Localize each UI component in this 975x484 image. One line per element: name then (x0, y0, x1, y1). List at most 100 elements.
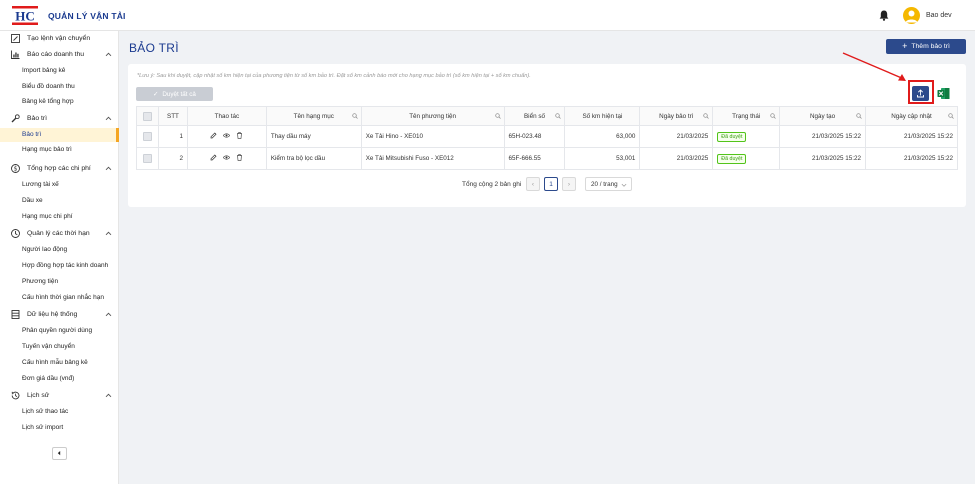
sidebar-item-driver-salary[interactable]: Lương tài xế (0, 178, 119, 192)
dollar-icon: $ (11, 164, 20, 173)
sidebar-item-import-history[interactable]: Lịch sử import (0, 421, 119, 435)
next-page-button[interactable]: › (562, 177, 576, 191)
chevron-right-icon: › (567, 180, 571, 188)
cell-updated: 21/03/2025 15:22 (865, 147, 958, 170)
avatar[interactable] (903, 7, 920, 24)
chevron-up-icon (105, 166, 112, 171)
wrench-icon (11, 114, 20, 123)
search-icon[interactable] (703, 113, 709, 119)
row-checkbox[interactable] (136, 147, 159, 170)
caret-left-icon (57, 450, 61, 456)
col-maintenance-date[interactable]: Ngày bảo trì (639, 106, 714, 126)
database-icon (11, 310, 20, 319)
col-current-km: Số km hiện tại (564, 106, 641, 126)
company-logo: HC (12, 6, 38, 25)
cell-status: Đã duyệt (712, 125, 781, 148)
top-header: HC QUẢN LÝ VẬN TẢI Bao dev (0, 0, 975, 31)
prev-page-button[interactable]: ‹ (526, 177, 540, 191)
sidebar-group-maintenance[interactable]: Bảo trì (0, 112, 119, 126)
search-icon[interactable] (856, 113, 862, 119)
col-vehicle-name[interactable]: Tên phương tiện (360, 106, 505, 126)
sidebar-group-expense-summary[interactable]: $ Tổng hợp các chi phí (0, 162, 119, 176)
approve-all-button[interactable]: ✓ Duyệt tất cả (136, 87, 213, 101)
cell-stt: 1 (157, 125, 188, 148)
eye-icon[interactable] (223, 154, 231, 161)
sidebar-item-revenue-chart[interactable]: Biểu đồ doanh thu (0, 80, 119, 94)
sidebar-item-user-permissions[interactable]: Phân quyền người dùng (0, 324, 119, 338)
chevron-left-icon: ‹ (531, 180, 535, 188)
chevron-up-icon (105, 52, 112, 57)
cell-vehicle-name: Xe Tải Mitsubishi Fuso - XE012 (360, 147, 505, 170)
sidebar-item-fuel[interactable]: Dầu xe (0, 194, 119, 208)
cell-actions (186, 147, 267, 170)
sidebar-item-routes[interactable]: Tuyến vận chuyển (0, 340, 119, 354)
pagination-total: Tổng cộng 2 bản ghi (462, 181, 522, 188)
sidebar-item-summary-statement[interactable]: Bảng kê tổng hợp (0, 95, 119, 109)
col-item-name[interactable]: Tên hạng mục (265, 106, 362, 126)
annotation-arrow (842, 52, 906, 81)
sidebar-item-reminder-config[interactable]: Cấu hình thời gian nhắc hạn (0, 291, 119, 305)
bell-icon[interactable] (879, 10, 889, 21)
cell-maintenance-date: 21/03/2025 (639, 147, 714, 170)
sidebar-group-deadlines[interactable]: Quản lý các thời hạn (0, 227, 119, 241)
cell-item-name: Kiểm tra bộ lọc dầu (265, 147, 362, 170)
sidebar-item-action-history[interactable]: Lịch sử thao tác (0, 405, 119, 419)
edit-icon[interactable] (210, 154, 217, 161)
excel-icon[interactable] (937, 87, 950, 100)
sidebar-item-statement-template[interactable]: Cấu hình mẫu bảng kê (0, 356, 119, 370)
table-header: STT Thao tác Tên hạng mục Tên phương tiệ… (136, 106, 958, 126)
page-1-button[interactable]: 1 (544, 177, 558, 191)
sidebar-group-revenue-report[interactable]: Báo cáo doanh thu (0, 48, 119, 62)
sidebar-item-import-statement[interactable]: Import bảng kê (0, 64, 119, 78)
col-actions: Thao tác (186, 106, 267, 126)
sidebar-item-fuel-price[interactable]: Đơn giá dầu (vnđ) (0, 372, 119, 386)
trash-icon[interactable] (236, 132, 243, 139)
trash-icon[interactable] (236, 154, 243, 161)
sidebar-item-maintenance-category[interactable]: Hạng mục bảo trì (0, 143, 119, 157)
user-name[interactable]: Bao dev (926, 12, 952, 19)
search-icon[interactable] (770, 113, 776, 119)
sidebar-group-system-data[interactable]: Dữ liệu hệ thống (0, 308, 119, 322)
sidebar-item-expense-category[interactable]: Hạng mục chi phí (0, 210, 119, 224)
edit-icon[interactable] (210, 132, 217, 139)
select-all-checkbox[interactable] (136, 106, 159, 126)
eye-icon[interactable] (223, 132, 231, 139)
cell-plate: 65F-666.55 (503, 147, 566, 170)
export-button[interactable] (912, 86, 929, 101)
edit-icon (11, 34, 20, 43)
sidebar-item-workers[interactable]: Người lao động (0, 243, 119, 257)
status-badge: Đã duyệt (717, 153, 747, 164)
svg-text:HC: HC (15, 9, 35, 24)
col-status[interactable]: Trạng thái (712, 106, 781, 126)
cell-current-km: 53,001 (564, 147, 641, 170)
cell-created: 21/03/2025 15:22 (779, 147, 867, 170)
sidebar-group-history[interactable]: Lịch sử (0, 389, 119, 403)
chevron-up-icon (105, 393, 112, 398)
chevron-up-icon (105, 312, 112, 317)
cell-stt: 2 (157, 147, 188, 170)
col-plate[interactable]: Biển số (503, 106, 566, 126)
sidebar-item-maintenance[interactable]: Bảo trì (0, 128, 119, 142)
sidebar-item-vehicles[interactable]: Phương tiện (0, 275, 119, 289)
cell-actions (186, 125, 267, 148)
search-icon[interactable] (948, 113, 954, 119)
history-icon (11, 391, 20, 400)
col-updated[interactable]: Ngày cập nhật (865, 106, 958, 126)
cell-status: Đã duyệt (712, 147, 781, 170)
cell-maintenance-date: 21/03/2025 (639, 125, 714, 148)
col-created[interactable]: Ngày tạo (779, 106, 867, 126)
table-row: 1 Thay dầu máy Xe Tải Hino - XE010 65H-0… (136, 125, 958, 148)
search-icon[interactable] (494, 113, 501, 119)
status-badge: Đã duyệt (717, 131, 747, 142)
note-text: *Lưu ý: Sau khi duyệt, cập nhật số km hi… (137, 73, 531, 79)
search-icon[interactable] (555, 113, 562, 119)
cell-current-km: 63,000 (564, 125, 641, 148)
row-checkbox[interactable] (136, 125, 159, 148)
sidebar: Tạo lệnh vận chuyển Báo cáo doanh thu Im… (0, 31, 119, 484)
check-icon: ✓ (153, 90, 159, 98)
sidebar-collapse-button[interactable] (52, 447, 67, 460)
page-size-select[interactable]: 20 / trang (585, 177, 632, 191)
sidebar-group-create-order[interactable]: Tạo lệnh vận chuyển (0, 32, 119, 46)
search-icon[interactable] (352, 113, 358, 119)
sidebar-item-business-contract[interactable]: Hợp đồng hợp tác kinh doanh (0, 259, 119, 273)
